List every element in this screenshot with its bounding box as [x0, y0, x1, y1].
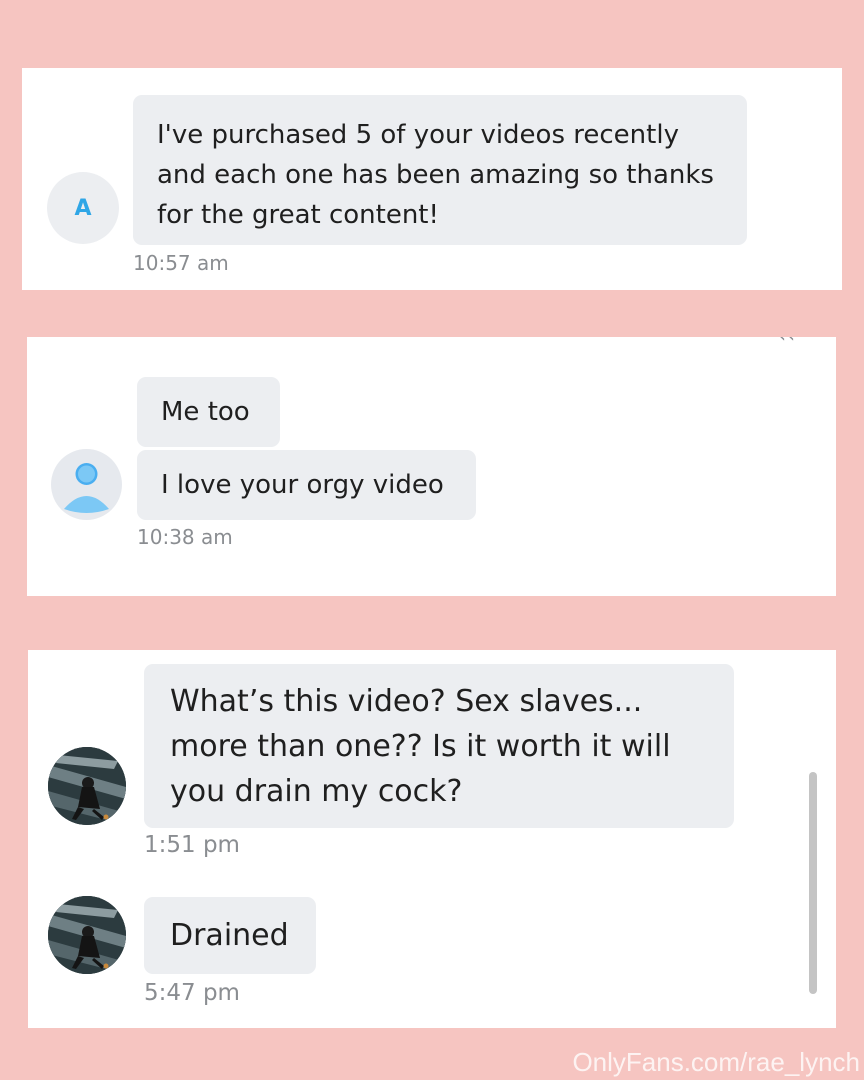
avatar-letter: A — [74, 195, 92, 221]
message-bubble: I've purchased 5 of your videos recently… — [133, 95, 747, 245]
watermark: OnlyFans.com/rae_lynch — [572, 1047, 860, 1077]
profile-photo-avatar[interactable] — [48, 896, 126, 974]
avatar[interactable]: A — [47, 172, 119, 244]
message-text: What’s this video? Sex slaves... more th… — [170, 684, 671, 809]
message-timestamp: 1:51 pm — [144, 832, 240, 858]
chat-panel-1: A I've purchased 5 of your videos recent… — [22, 68, 842, 290]
message-timestamp: 5:47 pm — [144, 980, 240, 1006]
cropped-timestamp-fragment: ‾ ‾ ‾ ‾ ‾ ‹‹ — [686, 337, 796, 347]
chat-panel-2: ‾ ‾ ‾ ‾ ‾ ‹‹ Me too I love your orgy vid… — [27, 337, 836, 596]
user-silhouette-icon — [64, 463, 109, 513]
message-bubble: What’s this video? Sex slaves... more th… — [144, 664, 734, 828]
profile-photo-image — [48, 896, 126, 974]
message-text: Me too — [161, 397, 250, 427]
message-text: I love your orgy video — [161, 470, 444, 500]
user-placeholder-icon[interactable] — [51, 449, 122, 520]
message-timestamp: 10:38 am — [137, 525, 233, 549]
profile-photo-image — [48, 747, 126, 825]
message-text: I've purchased 5 of your videos recently… — [157, 120, 714, 230]
chat-panel-3: What’s this video? Sex slaves... more th… — [28, 650, 836, 1028]
message-text: Drained — [170, 918, 289, 953]
message-timestamp: 10:57 am — [133, 251, 229, 275]
message-bubble: I love your orgy video — [137, 450, 476, 520]
message-bubble: Me too — [137, 377, 280, 447]
scrollbar[interactable] — [809, 772, 817, 994]
message-bubble: Drained — [144, 897, 316, 974]
profile-photo-avatar[interactable] — [48, 747, 126, 825]
